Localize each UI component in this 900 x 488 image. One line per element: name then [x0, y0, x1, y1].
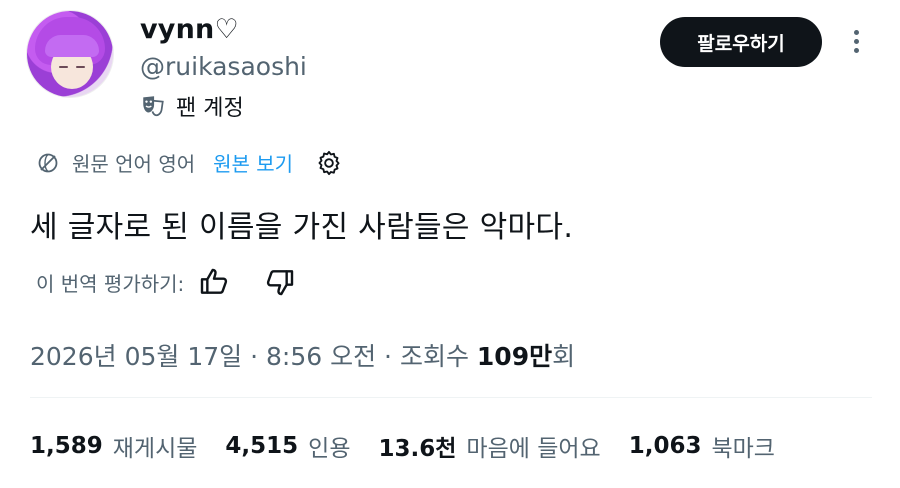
meta-separator: · [384, 342, 400, 371]
stat-label: 인용 [308, 436, 351, 462]
views-count: 109만 [476, 342, 553, 371]
bookmarks-stat[interactable]: 1,063 북마크 [629, 429, 775, 463]
fan-account-label: 팬 계정 [176, 96, 244, 121]
translation-rating: 이 번역 평가하기: [36, 266, 330, 298]
tweet-meta: 2026년 05월 17일 · 8:56 오전 · 조회수 109만회 [30, 337, 575, 373]
user-handle[interactable]: @ruikasaoshi [140, 52, 307, 81]
follow-button[interactable]: 팔로우하기 [660, 17, 822, 67]
stat-label: 마음에 들어요 [466, 436, 601, 462]
tweet-time[interactable]: 8:56 오전 [266, 342, 384, 371]
reposts-stat[interactable]: 1,589 재게시물 [30, 429, 197, 463]
likes-stat[interactable]: 13.6천 마음에 들어요 [379, 429, 601, 463]
views-suffix: 회 [552, 342, 576, 371]
theater-mask-icon [143, 96, 164, 117]
quotes-stat[interactable]: 4,515 인용 [225, 429, 350, 463]
thumbs-down-icon[interactable] [264, 266, 296, 298]
more-vertical-icon[interactable] [846, 26, 866, 62]
translation-info: 원문 언어 영어 원본 보기 [36, 148, 343, 177]
stat-label: 재게시물 [112, 436, 198, 462]
stat-number: 13.6천 [378, 436, 457, 462]
engagement-stats: 1,589 재게시물 4,515 인용 13.6천 마음에 들어요 1,063 … [30, 429, 803, 463]
tweet-text: 세 글자로 된 이름을 가진 사람들은 악마다. [30, 210, 574, 245]
views-label: 조회수 [399, 342, 477, 371]
thumbs-up-icon[interactable] [198, 266, 230, 298]
stat-number: 1,063 [628, 433, 702, 459]
tweet-date[interactable]: 2026년 05월 17일 [30, 342, 250, 371]
avatar[interactable] [26, 10, 114, 98]
stat-number: 1,589 [30, 433, 103, 459]
show-original-link[interactable]: 원본 보기 [213, 148, 293, 177]
display-name[interactable]: vynn♡ [140, 14, 239, 45]
gear-icon[interactable] [315, 149, 343, 177]
globe-icon [38, 153, 58, 172]
rating-label: 이 번역 평가하기: [36, 271, 185, 296]
meta-separator: · [250, 342, 266, 371]
stat-label: 북마크 [711, 436, 775, 462]
fan-account-badge: 팬 계정 [140, 90, 244, 122]
source-language-text: 원문 언어 영어 [72, 152, 196, 176]
stat-number: 4,515 [225, 433, 299, 459]
divider [30, 397, 872, 398]
